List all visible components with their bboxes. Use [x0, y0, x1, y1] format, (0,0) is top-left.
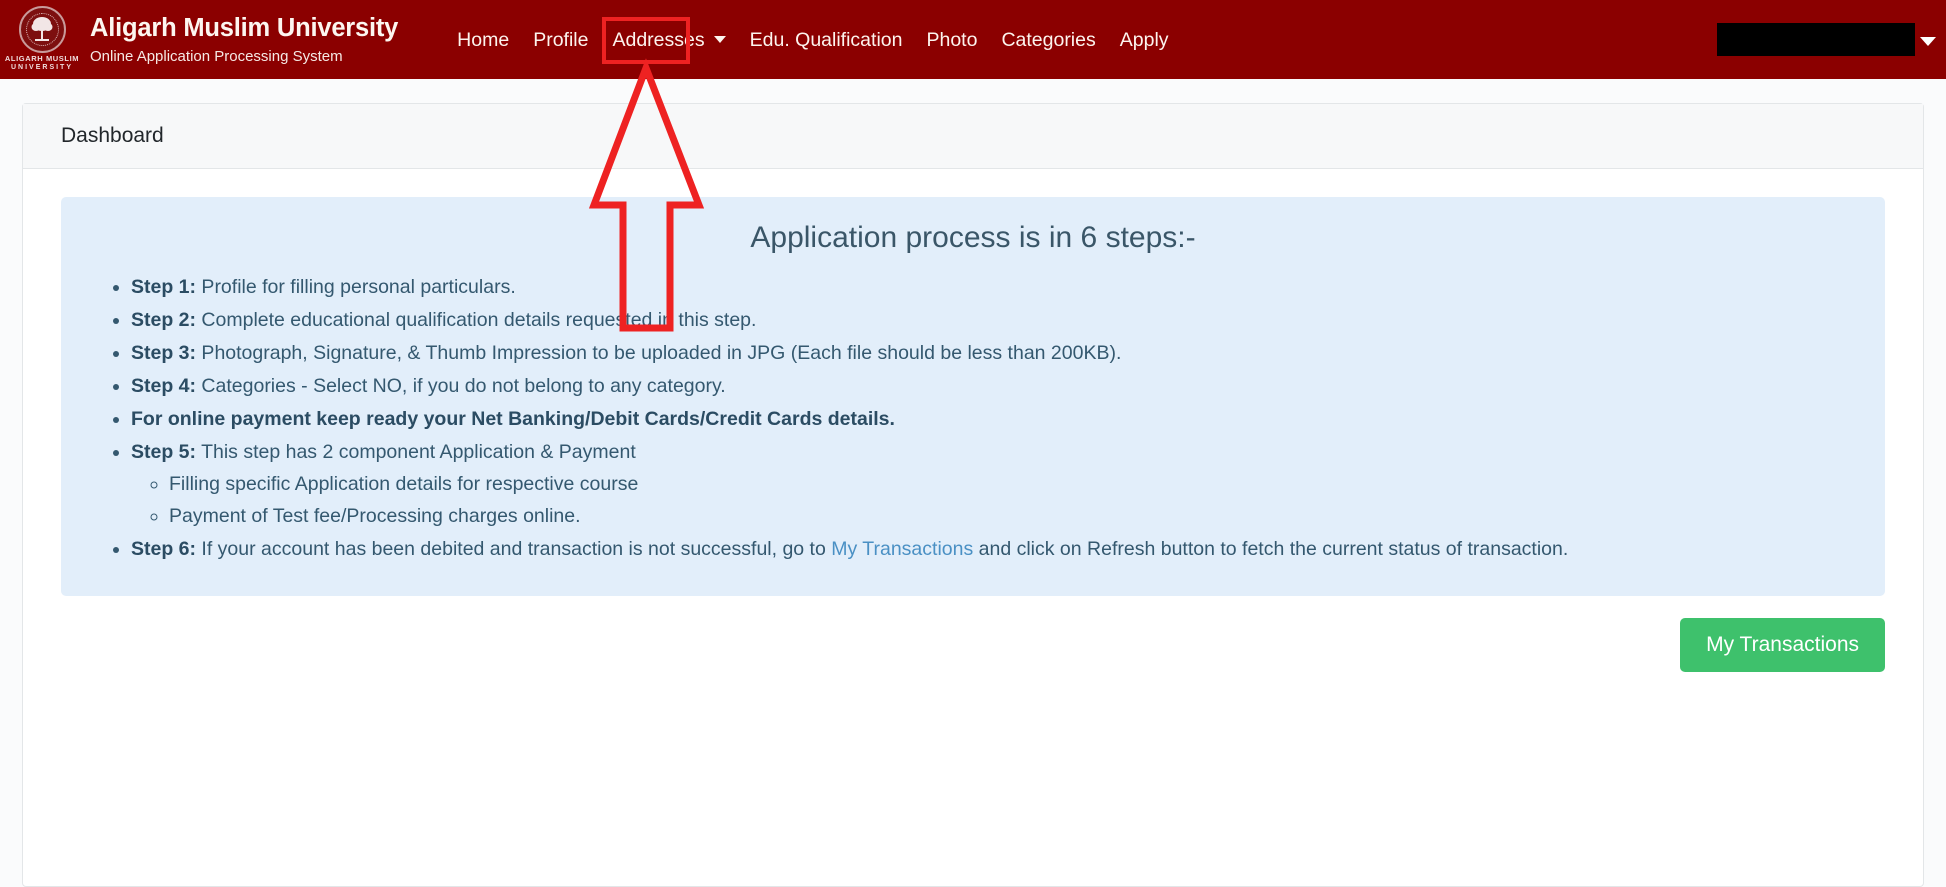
- nav-link-addresses-label: Addresses: [612, 28, 705, 51]
- nav-link-categories-label: Categories: [1001, 28, 1096, 51]
- nav-link-profile-label: Profile: [533, 28, 589, 51]
- dashboard-card: Dashboard Application process is in 6 st…: [22, 103, 1924, 887]
- nav-link-profile[interactable]: Profile: [521, 22, 600, 58]
- page-body: Dashboard Application process is in 6 st…: [0, 79, 1946, 887]
- list-item: Filling specific Application details for…: [169, 468, 1851, 500]
- nav-link-addresses[interactable]: Addresses: [600, 22, 737, 58]
- card-body: Application process is in 6 steps:- Step…: [23, 169, 1923, 596]
- brand-subtitle: Online Application Processing System: [90, 47, 343, 65]
- my-transactions-link[interactable]: My Transactions: [831, 538, 973, 560]
- step-label: Step 6:: [131, 538, 197, 560]
- nav-link-home-label: Home: [457, 28, 510, 51]
- info-alert: Application process is in 6 steps:- Step…: [61, 197, 1885, 596]
- card-header: Dashboard: [23, 104, 1923, 169]
- step-label: Step 4:: [131, 375, 197, 397]
- step-text: Profile for filling personal particulars…: [196, 276, 516, 298]
- step-text: This step has 2 component Application & …: [196, 441, 636, 463]
- nav-link-photo-label: Photo: [926, 28, 978, 51]
- list-item: Step 2: Complete educational qualificati…: [131, 304, 1851, 336]
- page-title: Dashboard: [61, 124, 164, 147]
- crest-circle: [18, 5, 66, 53]
- user-menu[interactable]: [1717, 0, 1936, 79]
- chevron-down-icon: [713, 36, 726, 43]
- nav-link-edu-qualification-label: Edu. Qualification: [749, 28, 903, 51]
- nav-link-edu-qualification[interactable]: Edu. Qualification: [738, 22, 915, 58]
- step-text: Categories - Select NO, if you do not be…: [196, 375, 726, 397]
- step-text: Photograph, Signature, & Thumb Impressio…: [196, 342, 1122, 364]
- logo-wordmark-line1: ALIGARH MUSLIM: [4, 53, 80, 63]
- university-crest-logo: ALIGARH MUSLIM UNIVERSITY: [5, 4, 79, 76]
- step-text: Complete educational qualification detai…: [196, 309, 757, 331]
- crest-tree-icon: [31, 16, 53, 41]
- brand-block[interactable]: ALIGARH MUSLIM UNIVERSITY Aligarh Muslim…: [0, 4, 398, 76]
- alert-heading: Application process is in 6 steps:-: [750, 221, 1196, 254]
- nav-link-apply-label: Apply: [1119, 28, 1169, 51]
- user-name-redacted[interactable]: [1717, 23, 1915, 56]
- list-item: Payment of Test fee/Processing charges o…: [169, 500, 1851, 532]
- brand-names: Aligarh Muslim University Online Applica…: [90, 13, 398, 67]
- substeps-list: Filling specific Application details for…: [131, 468, 1851, 532]
- list-item: Step 5: This step has 2 component Applic…: [131, 436, 1851, 532]
- step-label: Step 2:: [131, 309, 197, 331]
- brand-title: Aligarh Muslim University: [90, 13, 399, 42]
- my-transactions-button[interactable]: My Transactions: [1680, 618, 1885, 672]
- logo-wordmark: ALIGARH MUSLIM UNIVERSITY: [5, 54, 79, 72]
- step6-text-before: If your account has been debited and tra…: [196, 538, 832, 560]
- list-item: For online payment keep ready your Net B…: [131, 403, 1851, 435]
- nav-link-photo[interactable]: Photo: [914, 22, 989, 58]
- nav-link-home[interactable]: Home: [445, 22, 521, 58]
- chevron-down-icon[interactable]: [1920, 36, 1936, 46]
- nav-link-categories[interactable]: Categories: [989, 22, 1107, 58]
- list-item: Step 3: Photograph, Signature, & Thumb I…: [131, 337, 1851, 369]
- step-label: Step 5:: [131, 441, 197, 463]
- step-label: Step 3:: [131, 342, 197, 364]
- step6-text-after: and click on Refresh button to fetch the…: [973, 538, 1569, 560]
- list-item: Step 6: If your account has been debited…: [131, 533, 1851, 565]
- logo-wordmark-line2: UNIVERSITY: [11, 63, 74, 71]
- list-item: Step 1: Profile for filling personal par…: [131, 271, 1851, 303]
- step-label: Step 1:: [131, 276, 197, 298]
- nav-links: Home Profile Addresses Edu. Qualificatio…: [445, 0, 1180, 79]
- footer-button-row: My Transactions: [23, 596, 1923, 672]
- nav-link-apply[interactable]: Apply: [1108, 22, 1181, 58]
- list-item: Step 4: Categories - Select NO, if you d…: [131, 370, 1851, 402]
- payment-note-text: For online payment keep ready your Net B…: [131, 408, 895, 430]
- top-navbar: ALIGARH MUSLIM UNIVERSITY Aligarh Muslim…: [0, 0, 1946, 79]
- steps-list: Step 1: Profile for filling personal par…: [95, 271, 1851, 565]
